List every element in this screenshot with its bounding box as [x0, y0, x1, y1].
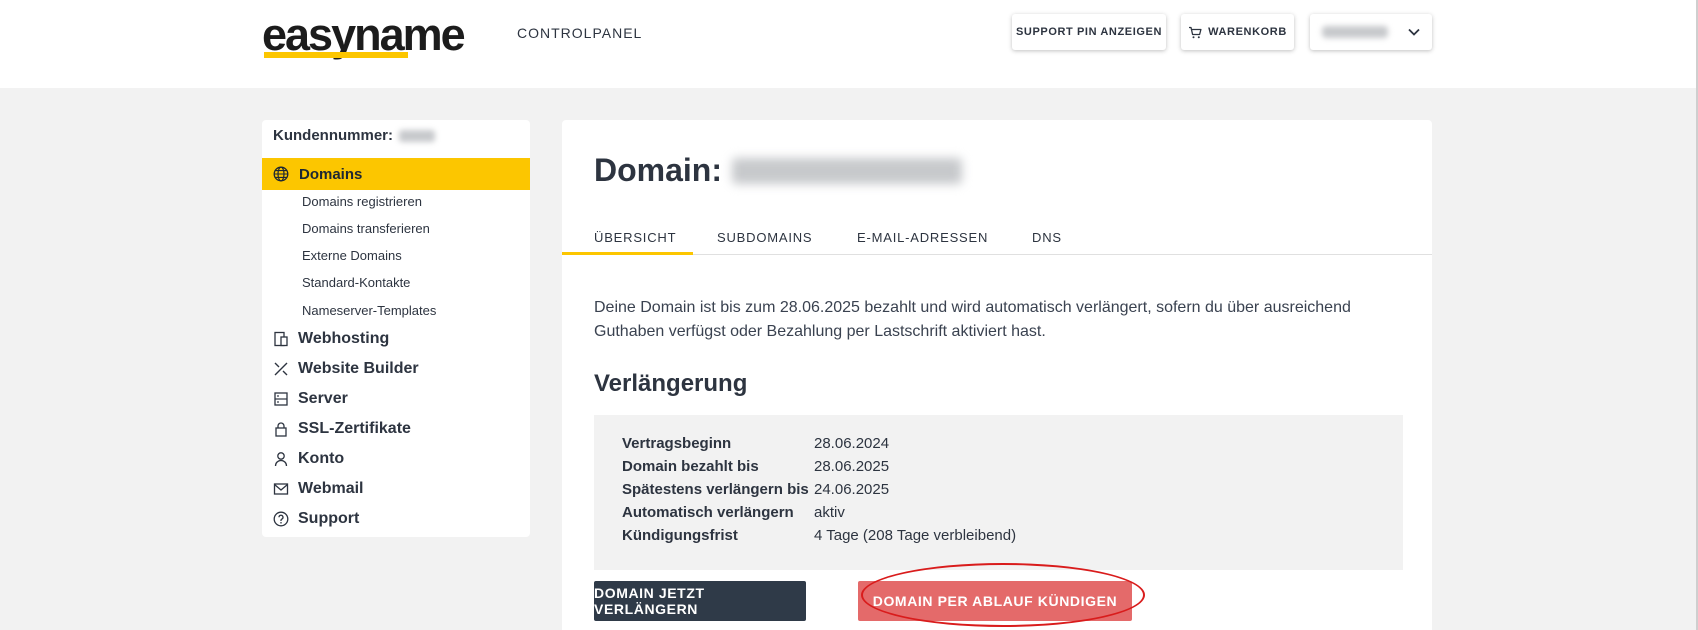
- section-title: Verlängerung: [594, 370, 748, 397]
- server-icon: [274, 392, 288, 406]
- sidebar-subitem-domains-transferieren[interactable]: Domains transferieren: [302, 221, 430, 236]
- page-title: Domain:: [594, 152, 722, 188]
- sidebar-item-webmail[interactable]: Webmail: [273, 480, 364, 498]
- tab-uebersicht[interactable]: ÜBERSICHT: [594, 230, 676, 245]
- support-pin-button[interactable]: SUPPORT PIN ANZEIGEN: [1012, 14, 1166, 50]
- renew-domain-button[interactable]: DOMAIN JETZT VERLÄNGERN: [594, 581, 806, 621]
- user-icon: [274, 452, 288, 467]
- mail-icon: [273, 483, 289, 495]
- sidebar-item-label: Support: [298, 510, 360, 527]
- tab-bar: ÜBERSICHT SUBDOMAINS E-MAIL-ADRESSEN DNS: [562, 215, 1432, 255]
- detail-key: Domain bezahlt bis: [622, 458, 759, 475]
- detail-value: 28.06.2025: [814, 458, 890, 475]
- detail-value: 24.06.2025: [814, 481, 890, 498]
- user-menu-button[interactable]: [1310, 14, 1432, 50]
- sidebar-subitem-nameserver-templates[interactable]: Nameserver-Templates: [302, 303, 436, 318]
- customer-number: Kundennummer:: [273, 127, 435, 144]
- sidebar-item-server[interactable]: Server: [273, 390, 348, 408]
- cart-label: WARENKORB: [1208, 26, 1287, 38]
- customer-number-redacted: [399, 129, 435, 142]
- sidebar-item-support[interactable]: Support: [273, 510, 359, 528]
- page-title-row: Domain:: [594, 152, 962, 189]
- help-icon: [273, 511, 289, 527]
- sidebar-item-label: Server: [298, 390, 348, 407]
- globe-icon: [273, 166, 289, 182]
- detail-value: 28.06.2024: [814, 435, 890, 452]
- sidebar-item-ssl-zertifikate[interactable]: SSL-Zertifikate: [273, 420, 411, 438]
- detail-key: Automatisch verlängern: [622, 504, 794, 521]
- detail-key: Kündigungsfrist: [622, 527, 738, 544]
- controlpanel-label: CONTROLPANEL: [517, 25, 643, 41]
- top-header: [0, 0, 1698, 88]
- tools-icon: [274, 362, 288, 376]
- detail-value: aktiv: [814, 504, 845, 521]
- support-pin-label: SUPPORT PIN ANZEIGEN: [1015, 26, 1163, 38]
- user-name-redacted: [1322, 26, 1388, 38]
- sidebar-item-label: SSL-Zertifikate: [298, 420, 411, 437]
- contract-details: Vertragsbeginn 28.06.2024 Domain bezahlt…: [594, 415, 1403, 570]
- sidebar-item-label: Website Builder: [298, 360, 419, 377]
- highlight-annotation: [861, 563, 1145, 627]
- renewal-info-text: Deine Domain ist bis zum 28.06.2025 beza…: [594, 296, 1394, 344]
- active-tab-indicator: [562, 252, 693, 255]
- sidebar-item-label: Domains: [299, 165, 363, 183]
- sidebar-item-webhosting[interactable]: Webhosting: [273, 330, 389, 348]
- detail-key: Spätestens verlängern bis: [622, 481, 809, 498]
- renewal-info-line-1: Deine Domain ist bis zum 28.06.2025 beza…: [594, 299, 1351, 316]
- sidebar-subitem-domains-registrieren[interactable]: Domains registrieren: [302, 194, 422, 209]
- domain-name-redacted: [732, 157, 962, 184]
- detail-key: Vertragsbeginn: [622, 435, 732, 452]
- tab-subdomains[interactable]: SUBDOMAINS: [717, 230, 812, 245]
- customer-number-label: Kundennummer:: [273, 127, 393, 144]
- sidebar-item-domains[interactable]: Domains: [262, 158, 530, 190]
- detail-value: 4 Tage (208 Tage verbleibend): [814, 527, 1017, 544]
- tab-email-adressen[interactable]: E-MAIL-ADRESSEN: [857, 230, 988, 245]
- sidebar-item-label: Webmail: [298, 480, 364, 497]
- renewal-info-line-2: Guthaben verfügst oder Bezahlung per Las…: [594, 323, 1046, 340]
- chevron-down-icon: [1408, 28, 1420, 36]
- sidebar-item-label: Webhosting: [298, 330, 390, 347]
- cart-icon: [1189, 26, 1202, 38]
- easyname-logo[interactable]: easyname: [262, 10, 502, 60]
- webhosting-icon: [274, 331, 288, 347]
- tab-dns[interactable]: DNS: [1032, 230, 1062, 245]
- sidebar-item-website-builder[interactable]: Website Builder: [273, 360, 419, 378]
- logo-underline: [264, 52, 408, 58]
- cart-button[interactable]: WARENKORB: [1181, 14, 1294, 50]
- sidebar: Kundennummer: Domains Domains registrier…: [262, 120, 530, 537]
- lock-icon: [275, 422, 287, 437]
- sidebar-subitem-externe-domains[interactable]: Externe Domains: [302, 248, 402, 263]
- sidebar-subitem-standard-kontakte[interactable]: Standard-Kontakte: [302, 275, 410, 290]
- sidebar-item-label: Konto: [298, 450, 345, 467]
- main-content: Domain: ÜBERSICHT SUBDOMAINS E-MAIL-ADRE…: [562, 120, 1432, 630]
- sidebar-item-konto[interactable]: Konto: [273, 450, 344, 468]
- renew-domain-label: DOMAIN JETZT VERLÄNGERN: [594, 585, 705, 617]
